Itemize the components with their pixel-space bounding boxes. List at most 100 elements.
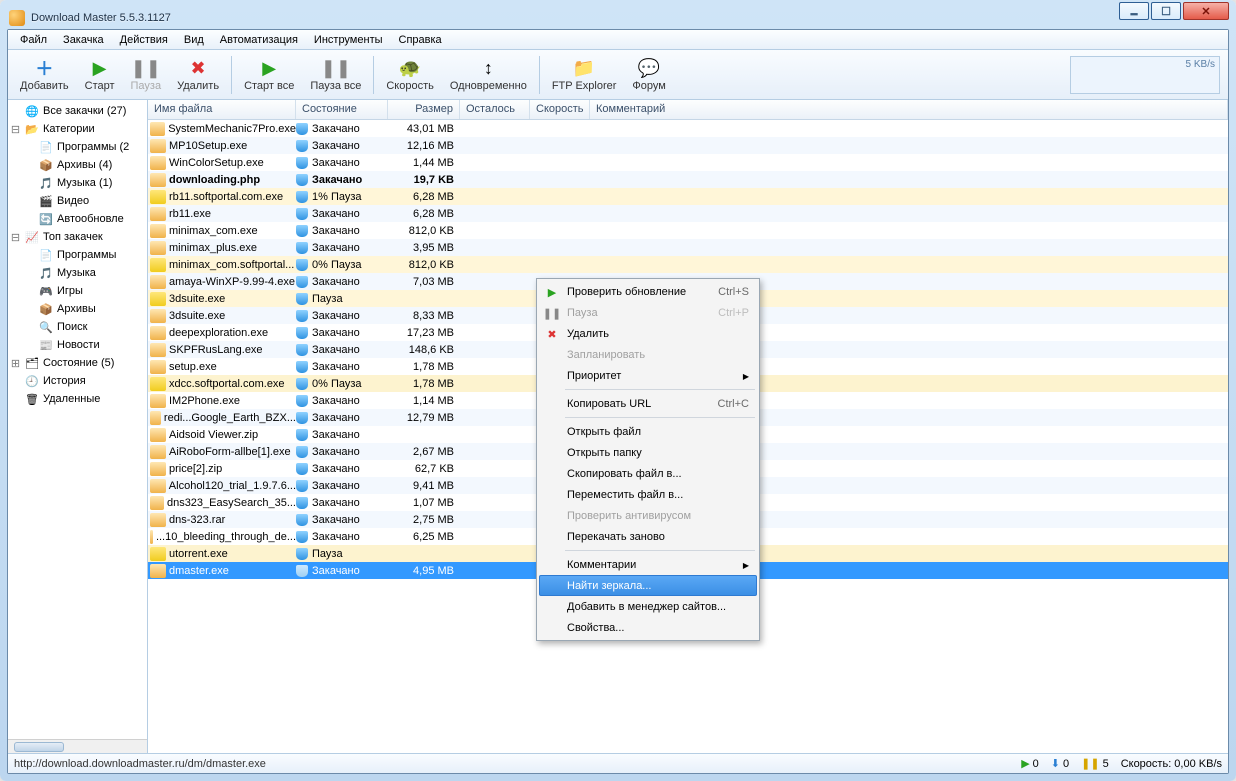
tree-item-15[interactable]: 🕘История (8, 372, 147, 390)
col-comment[interactable]: Комментарий (590, 100, 1228, 119)
ctx-item-8[interactable]: Открыть файл (539, 421, 757, 442)
toolbtn-удалить[interactable]: ✖Удалить (170, 53, 226, 96)
menu-5[interactable]: Инструменты (306, 31, 391, 49)
titlebar[interactable]: Download Master 5.5.3.1127 (7, 7, 1229, 29)
cell-size: 148,6 KB (388, 344, 460, 356)
table-row[interactable]: SystemMechanic7Pro.exeЗакачано43,01 MB (148, 120, 1228, 137)
ctx-item-10[interactable]: Скопировать файл в... (539, 463, 757, 484)
table-row[interactable]: WinColorSetup.exeЗакачано1,44 MB (148, 154, 1228, 171)
shield-icon (296, 378, 308, 390)
menu-0[interactable]: Файл (12, 31, 55, 49)
col-name[interactable]: Имя файла (148, 100, 296, 119)
ctx-item-6[interactable]: Копировать URLCtrl+C (539, 393, 757, 414)
table-row[interactable]: rb11.softportal.com.exe1% Пауза6,28 MB (148, 188, 1228, 205)
toolbtn-скорость[interactable]: 🐢Скорость (379, 53, 441, 96)
ctx-item-16[interactable]: Найти зеркала... (539, 575, 757, 596)
table-row[interactable]: minimax_com.softportal...0% Пауза812,0 K… (148, 256, 1228, 273)
tree-item-4[interactable]: 🎵Музыка (1) (8, 174, 147, 192)
table-row[interactable]: minimax_com.exeЗакачано812,0 KB (148, 222, 1228, 239)
col-left[interactable]: Осталось (460, 100, 530, 119)
table-row[interactable]: downloading.phpЗакачано19,7 KB (148, 171, 1228, 188)
tree-scrollbar[interactable] (8, 739, 147, 753)
col-size[interactable]: Размер (388, 100, 460, 119)
toolbtn-старт все[interactable]: ▶Старт все (237, 53, 301, 96)
cell-name: Alcohol120_trial_1.9.7.6... (150, 479, 296, 493)
tree-icon: 🎬 (38, 193, 54, 209)
ctx-icon: ▶ (544, 284, 560, 300)
ctx-item-17[interactable]: Добавить в менеджер сайтов... (539, 596, 757, 617)
cell-name: redi...Google_Earth_BZX... (150, 411, 296, 425)
menu-3[interactable]: Вид (176, 31, 212, 49)
speed-graph-label: 5 KB/s (1186, 59, 1215, 70)
twisty-icon[interactable]: ⊟ (10, 123, 21, 136)
file-icon (150, 564, 166, 578)
status-paused: ❚❚5 (1081, 757, 1109, 770)
tree-item-8[interactable]: 📄Программы (8, 246, 147, 264)
tree-label: Программы (2 (57, 141, 129, 153)
col-speed[interactable]: Скорость (530, 100, 590, 119)
tree-icon: 🎵 (38, 265, 54, 281)
ctx-label: Запланировать (567, 349, 645, 361)
ctx-item-11[interactable]: Переместить файл в... (539, 484, 757, 505)
list-header[interactable]: Имя файла Состояние Размер Осталось Скор… (148, 100, 1228, 120)
cell-state: Закачано (296, 463, 388, 475)
tree-item-16[interactable]: 🗑Удаленные (8, 390, 147, 408)
minimize-button[interactable] (1119, 2, 1149, 20)
table-row[interactable]: rb11.exeЗакачано6,28 MB (148, 205, 1228, 222)
context-menu[interactable]: ▶Проверить обновлениеCtrl+S❚❚ПаузаCtrl+P… (536, 278, 760, 641)
close-button[interactable] (1183, 2, 1229, 20)
tree-item-5[interactable]: 🎬Видео (8, 192, 147, 210)
tree-item-12[interactable]: 🔍Поиск (8, 318, 147, 336)
ctx-item-15[interactable]: Комментарии (539, 554, 757, 575)
toolbtn-одновременно[interactable]: ↕Одновременно (443, 53, 534, 96)
tree-label: Все закачки (27) (43, 105, 126, 117)
toolbtn-добавить[interactable]: ＋Добавить (13, 53, 76, 96)
twisty-icon[interactable]: ⊞ (10, 357, 21, 370)
tree-item-10[interactable]: 🎮Игры (8, 282, 147, 300)
ctx-item-9[interactable]: Открыть папку (539, 442, 757, 463)
tree-item-1[interactable]: ⊟📂Категории (8, 120, 147, 138)
tree-item-0[interactable]: 🌐Все закачки (27) (8, 102, 147, 120)
ctx-item-18[interactable]: Свойства... (539, 617, 757, 638)
tree-item-13[interactable]: 📰Новости (8, 336, 147, 354)
ctx-item-0[interactable]: ▶Проверить обновлениеCtrl+S (539, 281, 757, 302)
tree-item-9[interactable]: 🎵Музыка (8, 264, 147, 282)
twisty-icon[interactable]: ⊟ (10, 231, 21, 244)
tree-item-2[interactable]: 📄Программы (2 (8, 138, 147, 156)
ctx-sep (565, 389, 755, 390)
удалить-icon: ✖ (187, 57, 209, 79)
col-state[interactable]: Состояние (296, 100, 388, 119)
ctx-item-13[interactable]: Перекачать заново (539, 526, 757, 547)
ctx-item-4[interactable]: Приоритет (539, 365, 757, 386)
tree-item-3[interactable]: 📦Архивы (4) (8, 156, 147, 174)
tree-item-6[interactable]: 🔄Автообновле (8, 210, 147, 228)
tree-icon: 🗂 (24, 355, 40, 371)
menu-6[interactable]: Справка (391, 31, 450, 49)
tree-icon: 📦 (38, 157, 54, 173)
ctx-shortcut: Ctrl+S (718, 286, 749, 298)
toolbtn-пауза все[interactable]: ❚❚Пауза все (303, 53, 368, 96)
cell-name: 3dsuite.exe (150, 309, 296, 323)
scrollbar-thumb[interactable] (14, 742, 64, 752)
table-row[interactable]: minimax_plus.exeЗакачано3,95 MB (148, 239, 1228, 256)
cell-name: minimax_com.exe (150, 224, 296, 238)
category-tree[interactable]: 🌐Все закачки (27)⊟📂Категории📄Программы (… (8, 100, 148, 753)
toolbtn-ftp explorer[interactable]: 📁FTP Explorer (545, 53, 624, 96)
table-row[interactable]: MP10Setup.exeЗакачано12,16 MB (148, 137, 1228, 154)
cell-name: AiRoboForm-allbe[1].exe (150, 445, 296, 459)
cell-name: setup.exe (150, 360, 296, 374)
menu-4[interactable]: Автоматизация (212, 31, 306, 49)
maximize-button[interactable] (1151, 2, 1181, 20)
tree-label: Автообновле (57, 213, 124, 225)
file-icon (150, 445, 166, 459)
menu-2[interactable]: Действия (112, 31, 176, 49)
tree-item-7[interactable]: ⊟📈Топ закачек (8, 228, 147, 246)
ctx-item-2[interactable]: ✖Удалить (539, 323, 757, 344)
toolbtn-старт[interactable]: ▶Старт (78, 53, 122, 96)
menu-1[interactable]: Закачка (55, 31, 112, 49)
tree-item-14[interactable]: ⊞🗂Состояние (5) (8, 354, 147, 372)
toolbtn-форум[interactable]: 💬Форум (625, 53, 672, 96)
tree-item-11[interactable]: 📦Архивы (8, 300, 147, 318)
cell-name: ...10_bleeding_through_de... (150, 530, 296, 544)
shield-icon (296, 429, 308, 441)
